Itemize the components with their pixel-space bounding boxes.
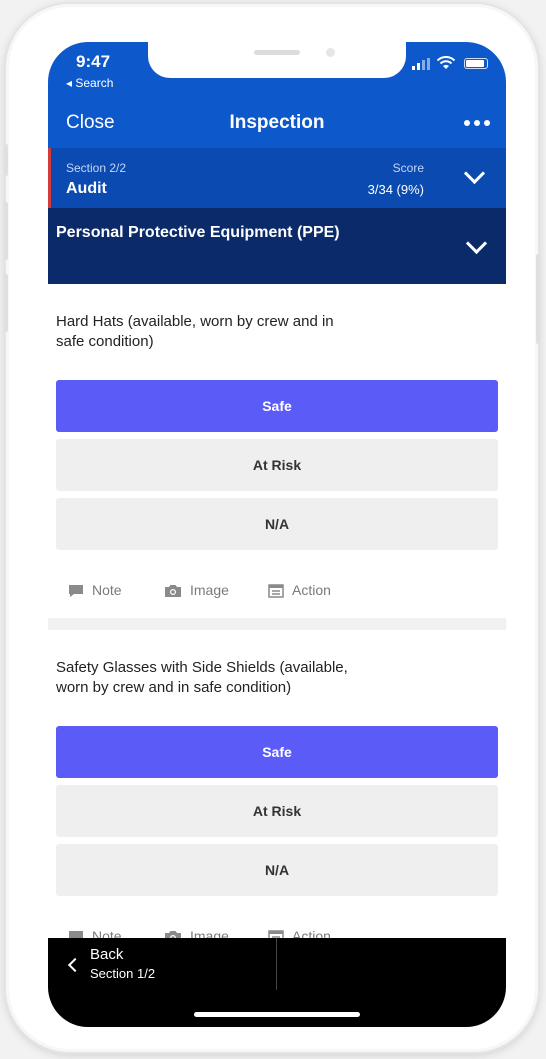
bottom-divider [276, 938, 277, 990]
action-button[interactable]: Action [268, 582, 331, 599]
nav-bar: Close Inspection [48, 100, 506, 148]
question-text-line: Safety Glasses with Side Shields (availa… [56, 659, 348, 676]
camera-icon [165, 585, 181, 598]
note-button[interactable]: Note [68, 582, 122, 598]
section-name: Audit [66, 180, 107, 197]
category-header[interactable]: Personal Protective Equipment (PPE) [48, 208, 506, 284]
signal-icon [412, 58, 430, 70]
question-text-line: safe condition) [56, 333, 154, 350]
response-safe-button[interactable]: Safe [56, 726, 498, 778]
section-label: Section 2/2 [66, 161, 127, 175]
phone-screen: 9:47 ◂ Search Close Inspection Section 2… [48, 42, 506, 1027]
action-list-icon [268, 584, 284, 599]
score-label: Score [392, 161, 424, 175]
side-button [4, 144, 8, 176]
question-actions: Note Image Action [68, 582, 488, 604]
question-text-line: Hard Hats (available, worn by crew and i… [56, 313, 334, 330]
response-at-risk-button[interactable]: At Risk [56, 439, 498, 491]
home-indicator[interactable] [194, 1012, 360, 1017]
response-at-risk-button[interactable]: At Risk [56, 785, 498, 837]
status-time: 9:47 [76, 52, 111, 71]
image-button[interactable]: Image [164, 582, 229, 598]
page-title: Inspection [229, 112, 325, 133]
response-na-button[interactable]: N/A [56, 498, 498, 550]
volume-down-button [4, 274, 8, 332]
notch [148, 42, 406, 78]
more-dots-icon[interactable] [462, 112, 492, 132]
chevron-down-icon[interactable] [463, 162, 486, 185]
score-value: 3/34 (9%) [367, 182, 424, 197]
action-label: Action [292, 582, 331, 598]
section-accent [48, 148, 51, 208]
section-header[interactable]: Section 2/2 Audit Score 3/34 (9%) [48, 148, 506, 208]
speaker-grille [254, 50, 300, 55]
chevron-left-icon [67, 957, 83, 973]
back-section-label: Section 1/2 [90, 966, 156, 981]
response-safe-button[interactable]: Safe [56, 380, 498, 432]
question-text: Hard Hats (available, worn by crew and i… [56, 312, 456, 352]
power-button [536, 254, 540, 344]
image-label: Image [190, 582, 229, 598]
note-icon [69, 585, 83, 598]
back-to-app-link[interactable]: ◂ Search [66, 76, 113, 90]
chevron-down-icon[interactable] [465, 232, 488, 255]
note-label: Note [92, 582, 122, 598]
back-section-button[interactable]: Back Section 1/2 [48, 938, 276, 990]
response-na-button[interactable]: N/A [56, 844, 498, 896]
bottom-nav-bar: Back Section 1/2 [48, 938, 506, 1027]
wifi-icon [436, 56, 456, 69]
status-icons [408, 56, 488, 70]
question-text-line: worn by crew and in safe condition) [56, 679, 292, 696]
battery-icon [464, 58, 488, 69]
question-card: Safety Glasses with Side Shields (availa… [48, 630, 506, 950]
front-camera [326, 48, 335, 57]
back-label: Back [90, 946, 124, 963]
category-title: Personal Protective Equipment (PPE) [56, 224, 340, 241]
phone-frame: 9:47 ◂ Search Close Inspection Section 2… [4, 4, 540, 1052]
question-card: Hard Hats (available, worn by crew and i… [48, 284, 506, 618]
status-bar: 9:47 ◂ Search [48, 42, 506, 100]
question-text: Safety Glasses with Side Shields (availa… [56, 658, 456, 698]
volume-up-button [4, 202, 8, 260]
